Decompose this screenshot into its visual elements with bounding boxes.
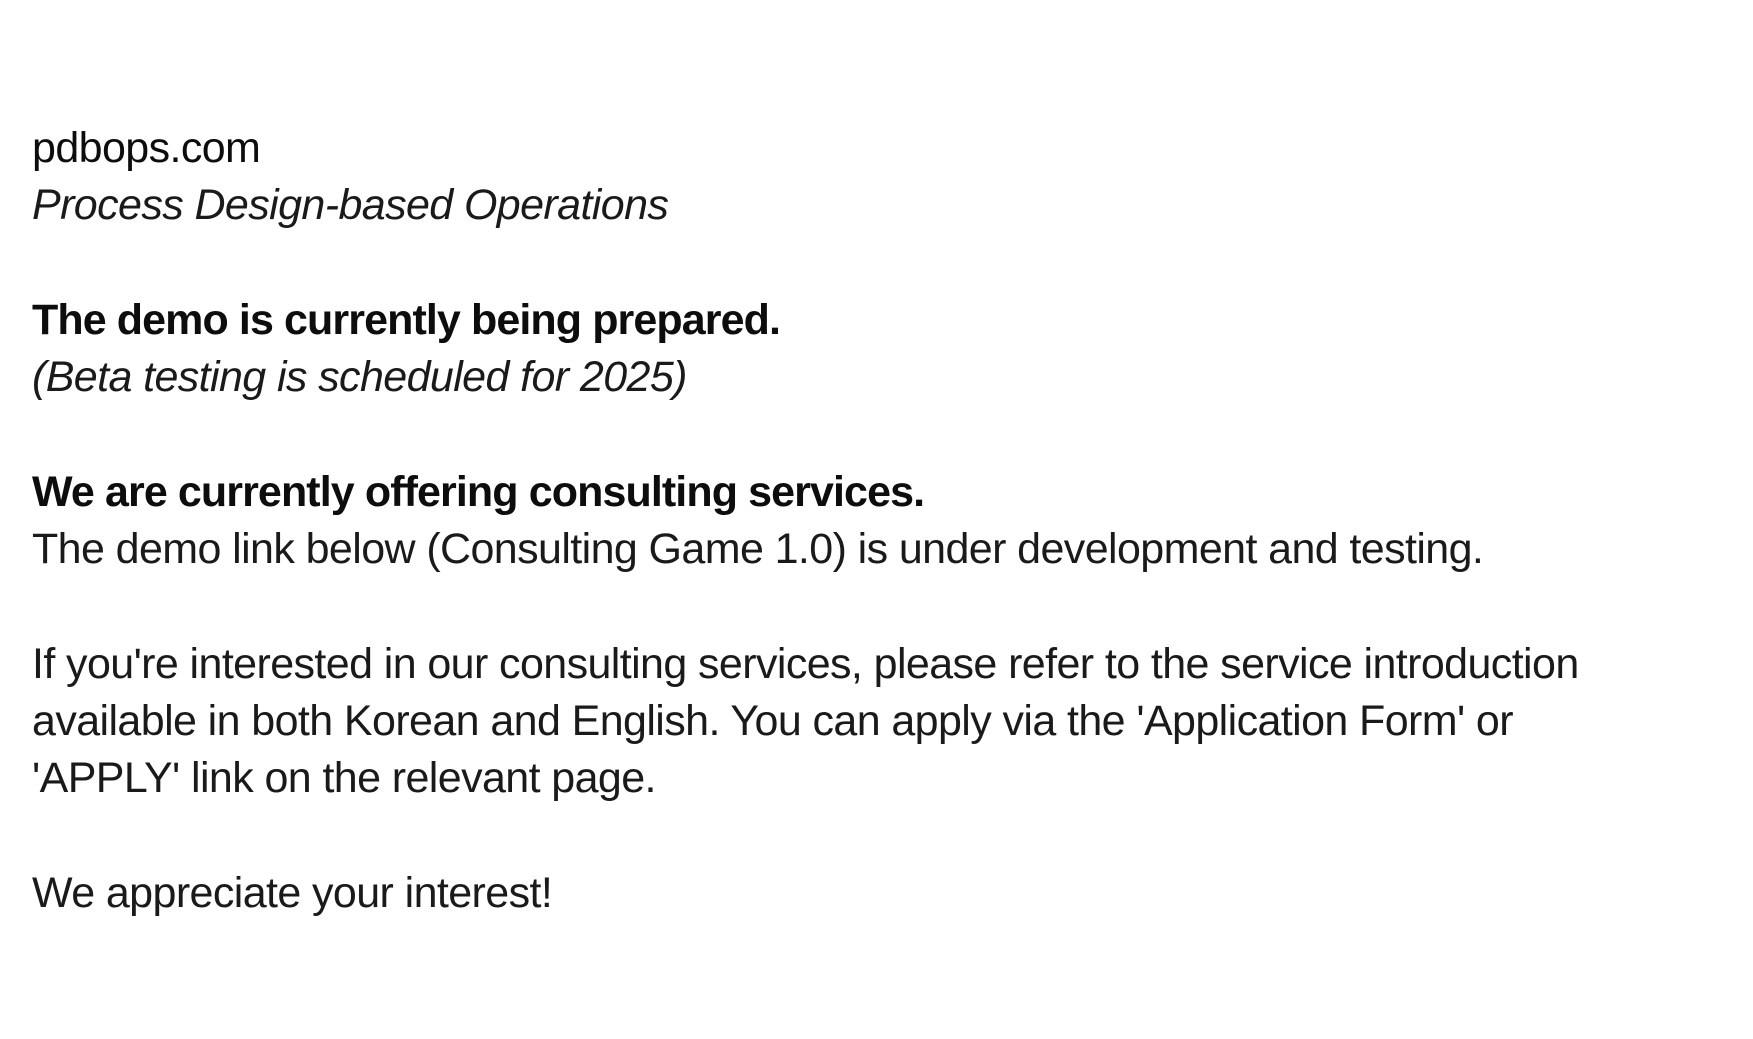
demo-heading: The demo is currently being prepared. [32,296,781,344]
demo-link-text: The demo link below (Consulting Game 1.0… [32,525,1484,573]
main-content: pdbops.com Process Design-based Operatio… [32,120,1722,922]
beta-note: (Beta testing is scheduled for 2025) [32,353,687,401]
closing-message: We appreciate your interest! [32,869,553,917]
site-name: pdbops.com [32,124,261,172]
site-tagline: Process Design-based Operations [32,181,669,229]
consulting-info-line-2: available in both Korean and English. Yo… [32,697,1514,745]
consulting-info-line-3: 'APPLY' link on the relevant page. [32,754,657,802]
consulting-heading: We are currently offering consulting ser… [32,468,925,516]
consulting-info-line-1: If you're interested in our consulting s… [32,640,1579,688]
